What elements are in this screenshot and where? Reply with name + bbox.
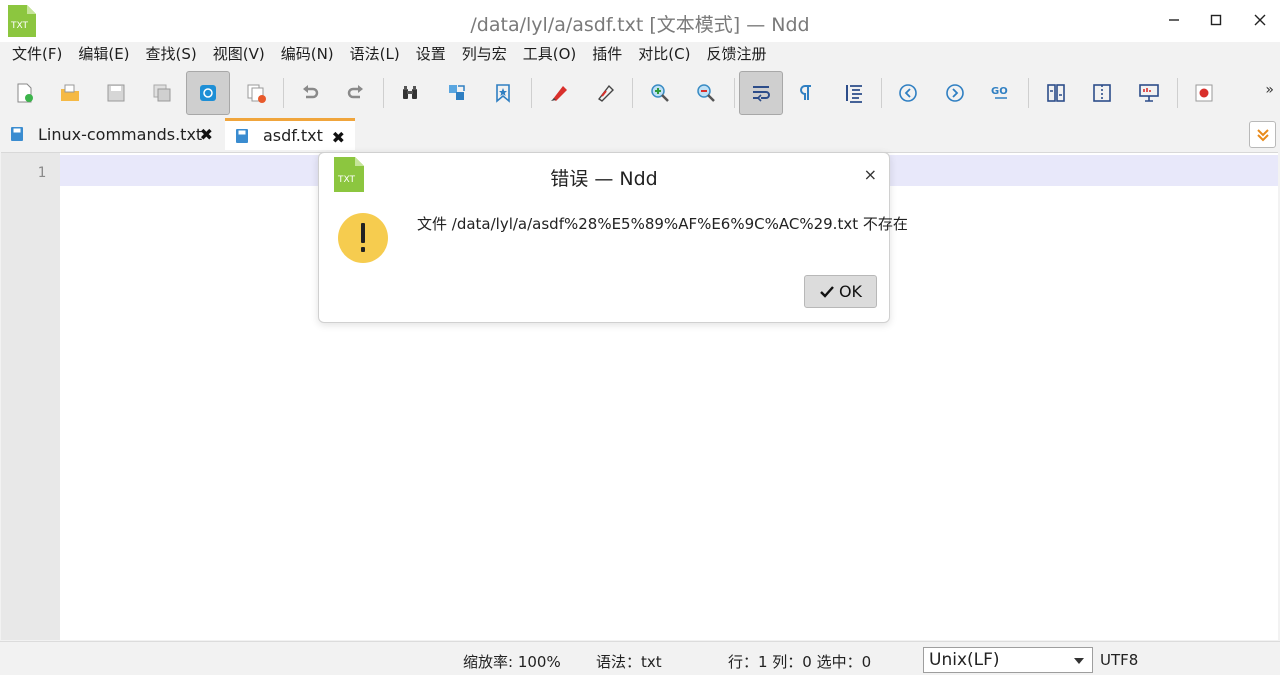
toolbar-more-button[interactable]: » xyxy=(1265,82,1274,98)
menu-edit[interactable]: 编辑(E) xyxy=(70,42,137,68)
find-icon[interactable] xyxy=(388,71,432,115)
zoom-status: 缩放率: 100% xyxy=(463,653,561,671)
menu-language[interactable]: 语法(L) xyxy=(342,42,408,68)
presentation-icon[interactable] xyxy=(1127,71,1171,115)
close-icon[interactable] xyxy=(1248,8,1272,32)
tab-label: asdf.txt xyxy=(263,126,323,145)
zoom-in-icon[interactable] xyxy=(638,71,682,115)
compare-icon[interactable] xyxy=(1034,71,1078,115)
dialog-close-button[interactable]: × xyxy=(864,165,877,184)
toolbar-separator xyxy=(632,78,633,108)
ok-button[interactable]: OK xyxy=(804,275,877,308)
toolbar-separator xyxy=(1028,78,1029,108)
open-file-icon[interactable] xyxy=(48,71,92,115)
bookmark-icon[interactable] xyxy=(481,71,525,115)
dialog-title: 错误 — Ndd xyxy=(550,168,658,190)
line-ending-value: Unix(LF) xyxy=(929,650,1000,670)
title-bar: TXT /data/lyl/a/asdf.txt [文本模式] — Ndd xyxy=(0,0,1280,42)
toolbar-separator xyxy=(1177,78,1178,108)
save-icon[interactable] xyxy=(94,71,138,115)
syntax-status: 语法：txt xyxy=(596,653,662,671)
status-bar: 缩放率: 100% 语法：txt 行：1 列：0 选中：0 Unix(LF) U… xyxy=(0,641,1280,675)
warning-icon xyxy=(338,213,388,263)
goto-icon[interactable]: GO xyxy=(979,71,1023,115)
prev-icon[interactable] xyxy=(886,71,930,115)
split-view-icon[interactable] xyxy=(1080,71,1124,115)
close-file-icon[interactable] xyxy=(234,71,278,115)
svg-text:GO: GO xyxy=(991,86,1008,97)
undo-icon[interactable] xyxy=(288,71,332,115)
encoding-status: UTF8 xyxy=(1100,651,1139,669)
tab-close-button[interactable]: ✖ xyxy=(332,128,345,147)
tab-asdf[interactable]: asdf.txt ✖ xyxy=(225,118,355,150)
menu-feedback[interactable]: 反馈注册 xyxy=(698,42,774,68)
next-icon[interactable] xyxy=(933,71,977,115)
ok-button-label: OK xyxy=(838,282,863,301)
toolbar-separator xyxy=(531,78,532,108)
record-macro-icon[interactable] xyxy=(1182,71,1226,115)
auto-save-icon[interactable] xyxy=(186,71,230,115)
replace-icon[interactable] xyxy=(435,71,479,115)
chevron-double-down-icon xyxy=(1256,128,1269,141)
tab-label: Linux-commands.txt xyxy=(38,124,203,144)
saved-document-icon xyxy=(11,127,23,141)
tab-linux-commands[interactable]: Linux-commands.txt ✖ xyxy=(0,118,223,150)
menu-macro[interactable]: 列与宏 xyxy=(454,42,515,68)
toolbar-separator xyxy=(383,78,384,108)
menu-plugins[interactable]: 插件 xyxy=(584,42,630,68)
zoom-out-icon[interactable] xyxy=(684,71,728,115)
line-ending-select[interactable]: Unix(LF) xyxy=(923,647,1093,673)
mark-icon[interactable] xyxy=(537,71,581,115)
minimize-icon[interactable] xyxy=(1162,8,1186,32)
window-title: /data/lyl/a/asdf.txt [文本模式] — Ndd xyxy=(470,14,810,36)
menu-search[interactable]: 查找(S) xyxy=(138,42,205,68)
dialog-message: 文件 /data/lyl/a/asdf%28%E5%89%AF%E6%9C%AC… xyxy=(417,215,908,233)
tab-list-expand-button[interactable] xyxy=(1249,121,1276,148)
cursor-position-status: 行：1 列：0 选中：0 xyxy=(728,653,872,671)
toolbar-separator xyxy=(283,78,284,108)
line-number: 1 xyxy=(37,165,46,181)
new-file-icon[interactable] xyxy=(3,71,47,115)
toolbar-separator xyxy=(881,78,882,108)
menu-settings[interactable]: 设置 xyxy=(408,42,454,68)
word-wrap-icon[interactable] xyxy=(739,71,783,115)
menu-bar: 文件(F) 编辑(E) 查找(S) 视图(V) 编码(N) 语法(L) 设置 列… xyxy=(0,42,1280,68)
line-number-gutter: 1 xyxy=(1,153,60,640)
clear-mark-icon[interactable] xyxy=(583,71,627,115)
show-symbols-icon[interactable] xyxy=(784,71,828,115)
saved-document-icon xyxy=(236,128,248,143)
toolbar-separator xyxy=(734,78,735,108)
save-all-icon[interactable] xyxy=(140,71,184,115)
chevron-down-icon xyxy=(1074,658,1084,664)
checkmark-icon xyxy=(820,285,834,298)
menu-file[interactable]: 文件(F) xyxy=(4,42,70,68)
tab-bar: Linux-commands.txt ✖ asdf.txt ✖ xyxy=(0,118,1280,150)
menu-compare[interactable]: 对比(C) xyxy=(630,42,698,68)
indent-guide-icon[interactable] xyxy=(832,71,876,115)
maximize-icon[interactable] xyxy=(1204,8,1228,32)
error-dialog: TXT 错误 — Ndd × 文件 /data/lyl/a/asdf%28%E5… xyxy=(318,152,908,323)
redo-icon[interactable] xyxy=(334,71,378,115)
menu-view[interactable]: 视图(V) xyxy=(205,42,273,68)
app-window: TXT /data/lyl/a/asdf.txt [文本模式] — Ndd 文件… xyxy=(0,0,1280,675)
menu-encoding[interactable]: 编码(N) xyxy=(273,42,342,68)
tab-close-button[interactable]: ✖ xyxy=(200,125,213,144)
menu-tools[interactable]: 工具(O) xyxy=(515,42,585,68)
toolbar: GO » xyxy=(0,68,1280,118)
